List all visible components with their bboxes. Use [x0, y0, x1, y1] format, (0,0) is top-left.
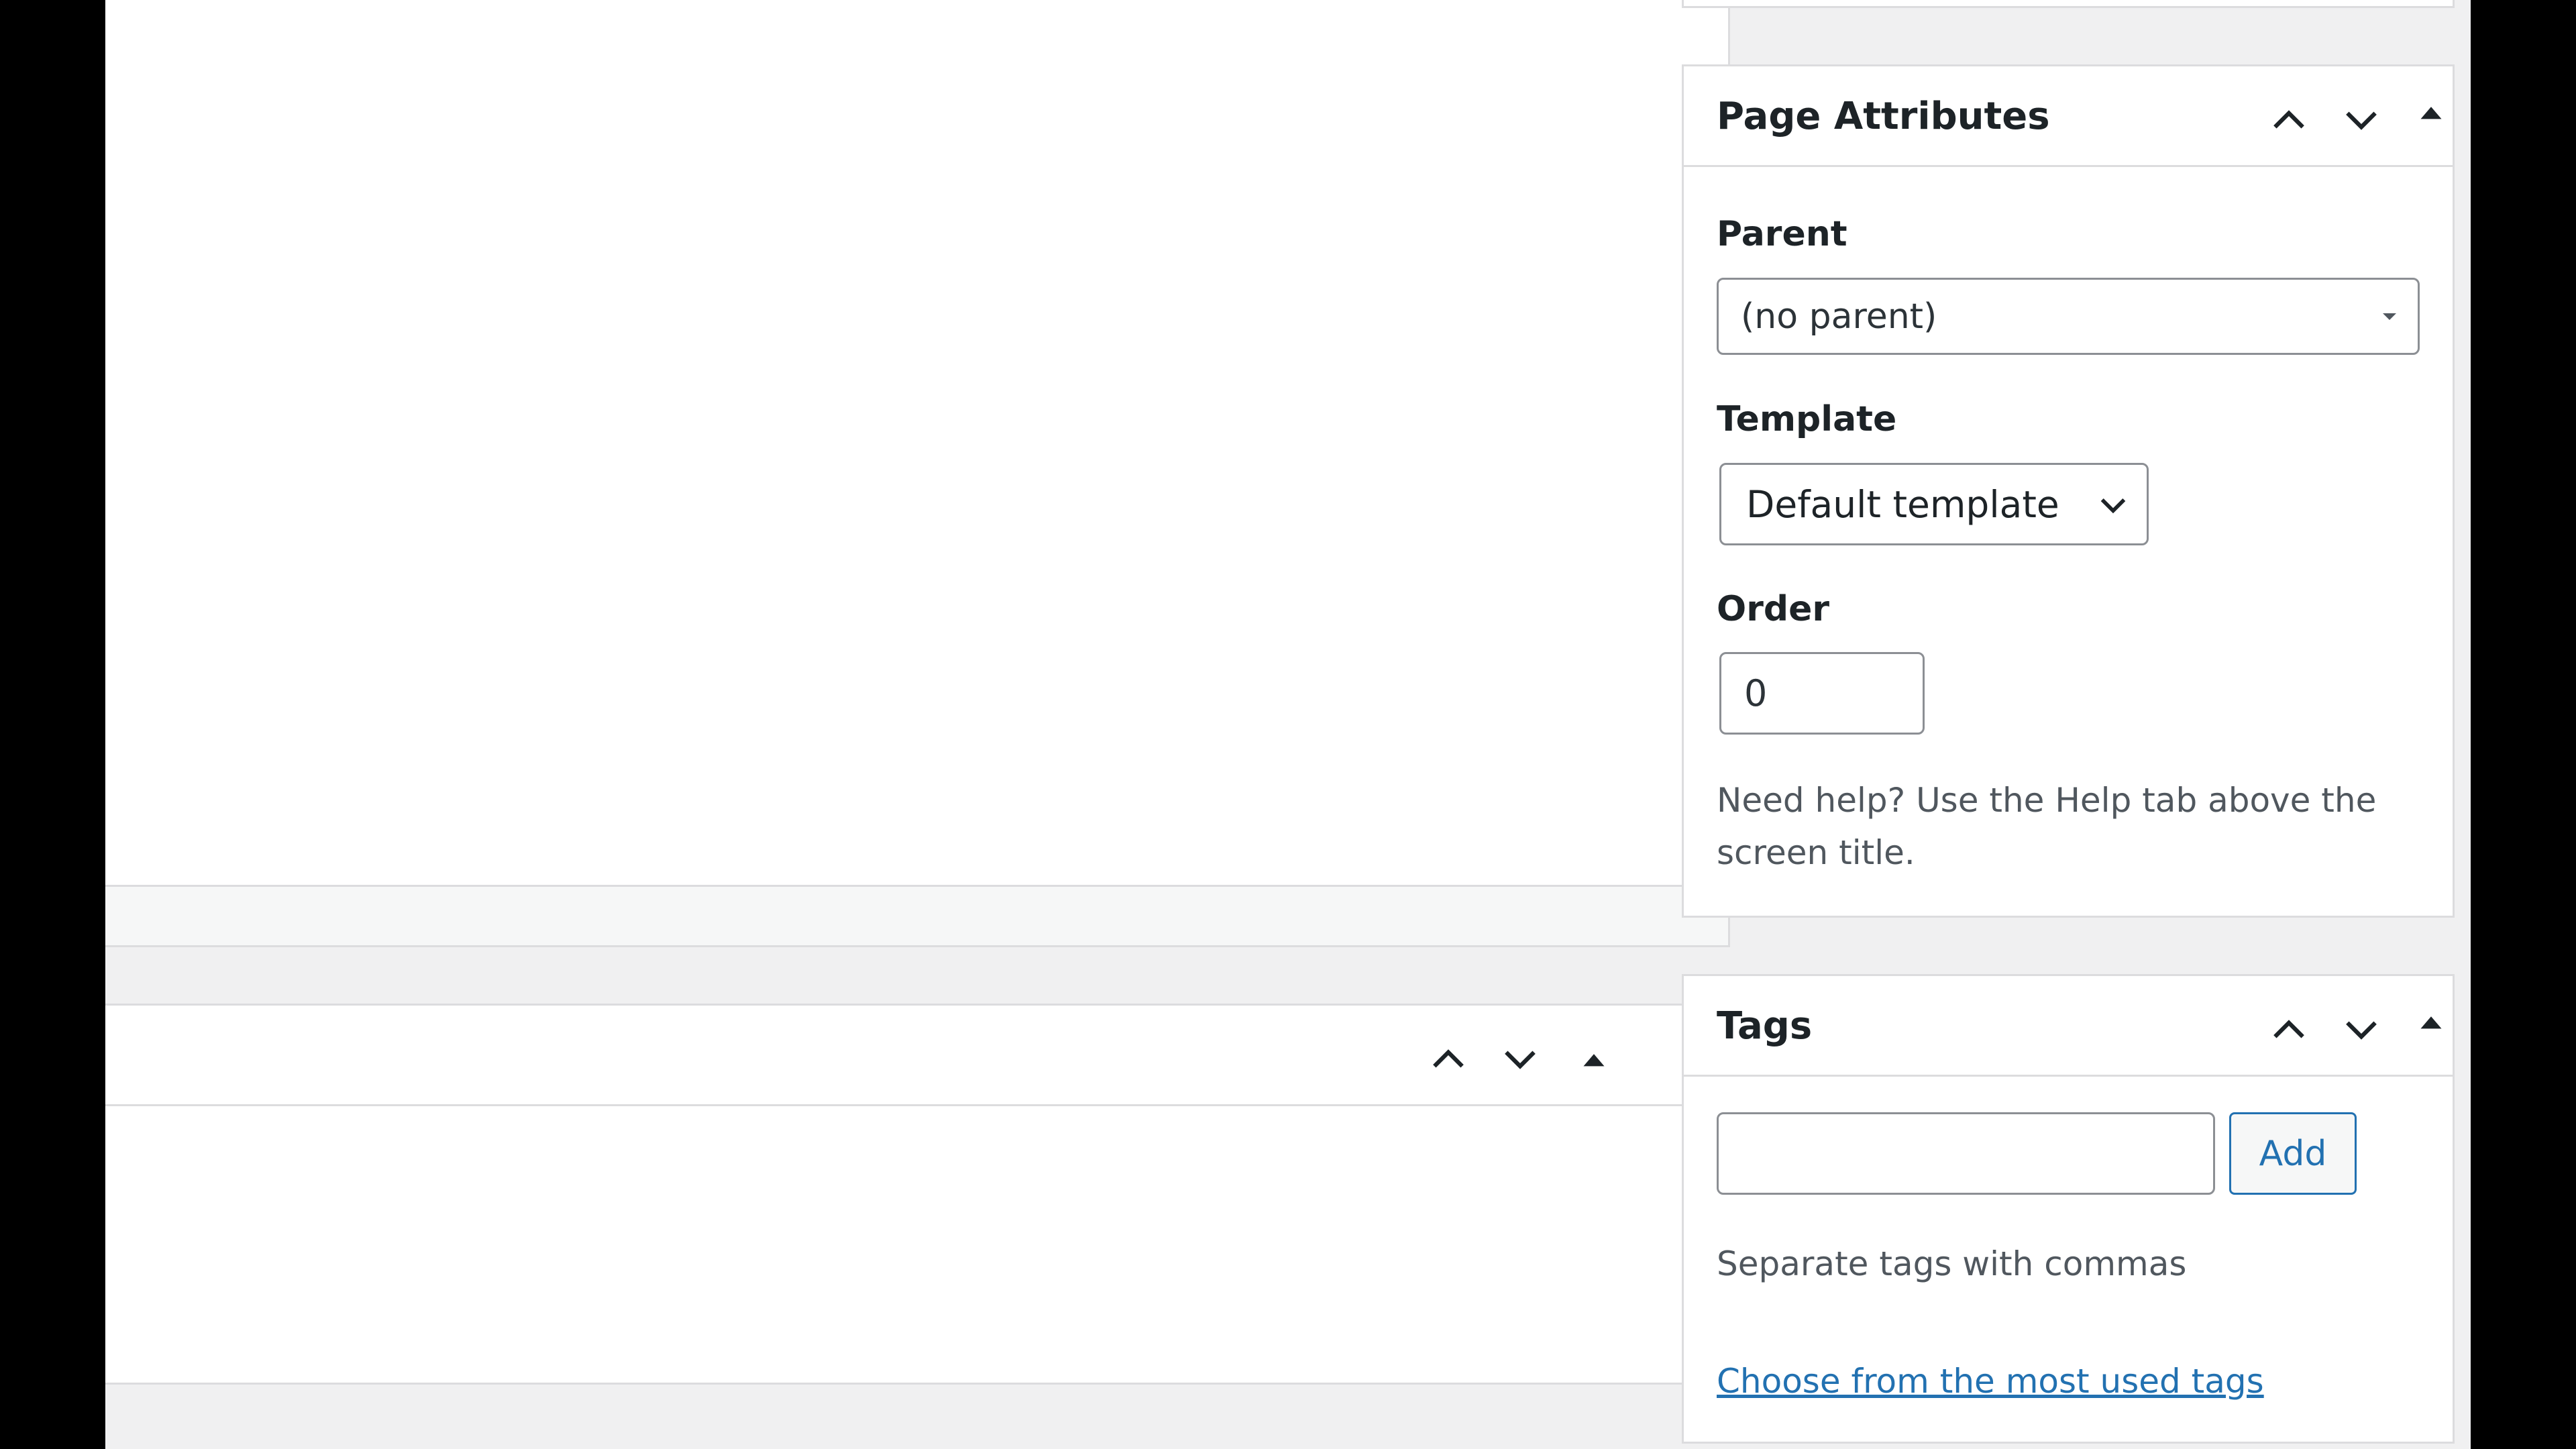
chevron-up-icon: [2273, 110, 2304, 129]
editor-canvas: Page Attributes Parent (no parent) Templ…: [105, 0, 2471, 1449]
page-attributes-panel: Page Attributes Parent (no parent) Templ…: [1682, 64, 2455, 918]
move-down-button[interactable]: [2328, 996, 2395, 1063]
sidebar-panel-above: [1682, 0, 2455, 8]
editor-content-footer: [105, 885, 1728, 945]
template-select[interactable]: Default template: [1719, 463, 2149, 545]
choose-most-used-tags-link[interactable]: Choose from the most used tags: [1717, 1362, 2264, 1401]
order-input[interactable]: [1719, 652, 1925, 735]
chevron-down-icon: [2100, 498, 2126, 513]
help-text-line: screen title.: [1717, 833, 1915, 872]
panel-title: Page Attributes: [1717, 95, 2050, 138]
left-metabox-header: [105, 1006, 1728, 1106]
toggle-panel-button[interactable]: [2398, 988, 2465, 1055]
toggle-panel-button[interactable]: [2398, 78, 2465, 146]
tags-header: Tags: [1684, 976, 2453, 1077]
help-text: Need help? Use the Help tab above the sc…: [1717, 774, 2376, 879]
add-tag-button[interactable]: Add: [2229, 1112, 2357, 1195]
panel-title: Tags: [1717, 1004, 1813, 1048]
parent-select-value: (no parent): [1741, 296, 1937, 337]
move-down-button[interactable]: [1487, 1026, 1554, 1093]
move-up-button[interactable]: [2255, 996, 2322, 1063]
move-down-button[interactable]: [2328, 87, 2395, 154]
triangle-up-icon: [2420, 107, 2442, 119]
caret-down-icon: [2383, 313, 2396, 320]
help-text-line: Need help? Use the Help tab above the: [1717, 781, 2377, 820]
tags-panel: Tags Add Separate tags with commas Choos…: [1682, 974, 2455, 1444]
move-up-button[interactable]: [2255, 87, 2322, 154]
parent-select[interactable]: (no parent): [1717, 278, 2420, 355]
parent-label: Parent: [1717, 214, 1847, 254]
order-label: Order: [1717, 589, 1829, 629]
chevron-up-icon: [2273, 1020, 2304, 1038]
tags-hint: Separate tags with commas: [1717, 1244, 2187, 1283]
template-select-value: Default template: [1746, 482, 2059, 526]
page-attributes-header: Page Attributes: [1684, 66, 2453, 167]
tag-input[interactable]: [1717, 1112, 2215, 1195]
editor-content-panel: [105, 0, 1730, 947]
template-label: Template: [1717, 399, 1897, 439]
triangle-up-icon: [1583, 1054, 1605, 1067]
chevron-down-icon: [1505, 1051, 1536, 1069]
left-metabox: [105, 1004, 1730, 1385]
chevron-down-icon: [2346, 111, 2377, 130]
chevron-down-icon: [2346, 1021, 2377, 1040]
toggle-panel-button[interactable]: [1560, 1026, 1627, 1093]
triangle-up-icon: [2420, 1016, 2442, 1029]
move-up-button[interactable]: [1415, 1026, 1482, 1093]
chevron-up-icon: [1433, 1049, 1464, 1068]
